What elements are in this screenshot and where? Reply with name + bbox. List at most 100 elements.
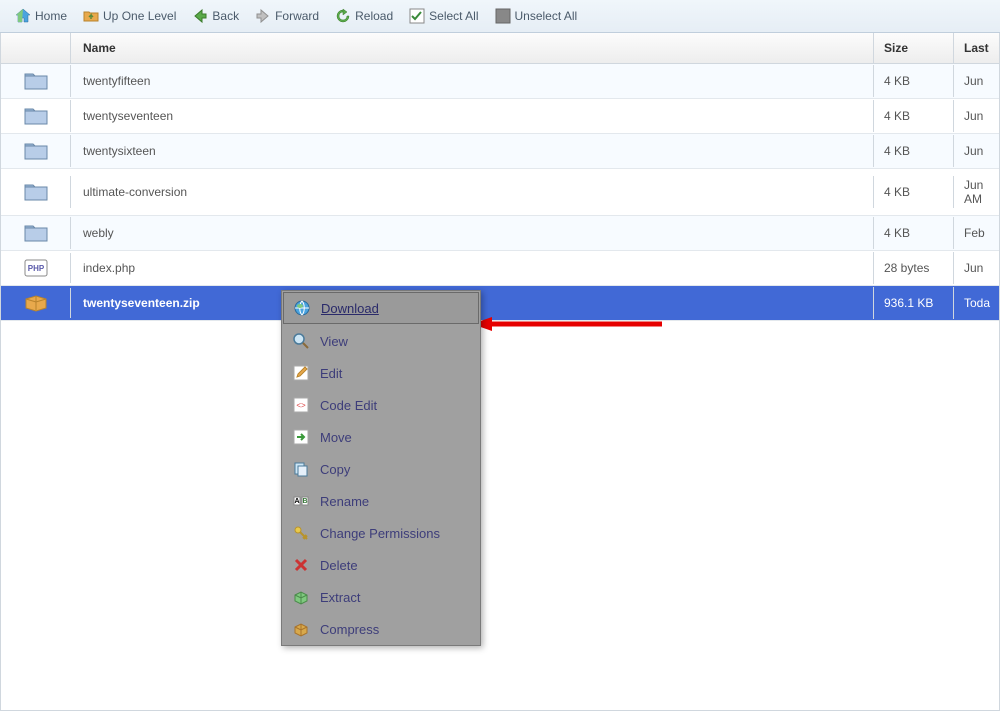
up-button[interactable]: Up One Level bbox=[76, 5, 183, 27]
menu-rename-label: Rename bbox=[320, 494, 369, 509]
svg-text:A: A bbox=[294, 498, 299, 505]
reload-label: Reload bbox=[355, 9, 393, 23]
file-date: Jun bbox=[954, 100, 999, 132]
menu-delete[interactable]: Delete bbox=[282, 549, 480, 581]
menu-extract[interactable]: Extract bbox=[282, 581, 480, 613]
checkbox-checked-icon bbox=[409, 8, 425, 24]
context-menu: Download View Edit <> Code Edit Move Cop… bbox=[281, 290, 481, 646]
magnifier-icon bbox=[292, 332, 310, 350]
table-row[interactable]: twentysixteen4 KBJun bbox=[1, 134, 999, 169]
file-size: 4 KB bbox=[874, 100, 954, 132]
file-date: Jun bbox=[954, 65, 999, 97]
menu-code-edit[interactable]: <> Code Edit bbox=[282, 389, 480, 421]
move-icon bbox=[292, 428, 310, 446]
file-size: 4 KB bbox=[874, 217, 954, 249]
menu-rename[interactable]: AB Rename bbox=[282, 485, 480, 517]
arrow-right-icon bbox=[255, 8, 271, 24]
folder-icon bbox=[1, 65, 71, 97]
zip-icon bbox=[1, 288, 71, 318]
table-row[interactable]: ultimate-conversion4 KBJun AM bbox=[1, 169, 999, 216]
menu-view-label: View bbox=[320, 334, 348, 349]
file-size: 4 KB bbox=[874, 65, 954, 97]
globe-icon bbox=[293, 299, 311, 317]
file-name: twentyfifteen bbox=[71, 65, 874, 97]
menu-view[interactable]: View bbox=[282, 325, 480, 357]
annotation-arrow-icon bbox=[472, 316, 662, 332]
menu-copy-label: Copy bbox=[320, 462, 350, 477]
table-row[interactable]: twentyseventeen4 KBJun bbox=[1, 99, 999, 134]
table-row[interactable]: webly4 KBFeb bbox=[1, 216, 999, 251]
menu-copy[interactable]: Copy bbox=[282, 453, 480, 485]
forward-button[interactable]: Forward bbox=[248, 5, 326, 27]
select-all-button[interactable]: Select All bbox=[402, 5, 485, 27]
select-all-label: Select All bbox=[429, 9, 478, 23]
home-label: Home bbox=[35, 9, 67, 23]
folder-icon bbox=[1, 135, 71, 167]
reload-button[interactable]: Reload bbox=[328, 5, 400, 27]
file-date: Jun bbox=[954, 135, 999, 167]
compress-icon bbox=[292, 620, 310, 638]
up-label: Up One Level bbox=[103, 9, 176, 23]
php-icon: PHP bbox=[1, 253, 71, 283]
folder-icon bbox=[1, 100, 71, 132]
toolbar: Home Up One Level Back Forward Reload Se… bbox=[0, 0, 1000, 33]
delete-icon bbox=[292, 556, 310, 574]
menu-permissions[interactable]: Change Permissions bbox=[282, 517, 480, 549]
folder-icon bbox=[1, 176, 71, 208]
folder-up-icon bbox=[83, 8, 99, 24]
menu-code-edit-label: Code Edit bbox=[320, 398, 377, 413]
key-icon bbox=[292, 524, 310, 542]
file-size: 4 KB bbox=[874, 176, 954, 208]
file-date: Jun AM bbox=[954, 169, 999, 215]
file-name: ultimate-conversion bbox=[71, 176, 874, 208]
rename-icon: AB bbox=[292, 492, 310, 510]
col-name-header[interactable]: Name bbox=[71, 33, 874, 63]
menu-permissions-label: Change Permissions bbox=[320, 526, 440, 541]
svg-text:PHP: PHP bbox=[27, 264, 44, 273]
file-date: Feb bbox=[954, 217, 999, 249]
menu-edit-label: Edit bbox=[320, 366, 342, 381]
col-icon-header[interactable] bbox=[1, 33, 71, 63]
table-row[interactable]: twentyfifteen4 KBJun bbox=[1, 64, 999, 99]
file-date: Jun bbox=[954, 252, 999, 284]
menu-delete-label: Delete bbox=[320, 558, 358, 573]
menu-extract-label: Extract bbox=[320, 590, 360, 605]
menu-download-label: Download bbox=[321, 301, 379, 316]
unselect-all-label: Unselect All bbox=[515, 9, 578, 23]
home-button[interactable]: Home bbox=[8, 5, 74, 27]
copy-icon bbox=[292, 460, 310, 478]
col-size-header[interactable]: Size bbox=[874, 33, 954, 63]
menu-move[interactable]: Move bbox=[282, 421, 480, 453]
extract-icon bbox=[292, 588, 310, 606]
file-size: 936.1 KB bbox=[874, 287, 954, 319]
checkbox-empty-icon bbox=[495, 8, 511, 24]
file-date: Toda bbox=[954, 287, 999, 319]
folder-icon bbox=[1, 217, 71, 249]
file-size: 28 bytes bbox=[874, 252, 954, 284]
menu-move-label: Move bbox=[320, 430, 352, 445]
forward-label: Forward bbox=[275, 9, 319, 23]
back-label: Back bbox=[212, 9, 239, 23]
home-icon bbox=[15, 8, 31, 24]
table-header: Name Size Last bbox=[1, 33, 999, 64]
code-icon: <> bbox=[292, 396, 310, 414]
col-date-header[interactable]: Last bbox=[954, 33, 999, 63]
file-name: webly bbox=[71, 217, 874, 249]
menu-edit[interactable]: Edit bbox=[282, 357, 480, 389]
arrow-left-icon bbox=[192, 8, 208, 24]
menu-download[interactable]: Download bbox=[283, 292, 479, 324]
file-listing: Name Size Last twentyfifteen4 KBJuntwent… bbox=[0, 33, 1000, 711]
menu-compress[interactable]: Compress bbox=[282, 613, 480, 645]
svg-text:<>: <> bbox=[296, 401, 306, 410]
file-size: 4 KB bbox=[874, 135, 954, 167]
menu-compress-label: Compress bbox=[320, 622, 379, 637]
file-name: twentysixteen bbox=[71, 135, 874, 167]
unselect-all-button[interactable]: Unselect All bbox=[488, 5, 585, 27]
back-button[interactable]: Back bbox=[185, 5, 246, 27]
svg-text:B: B bbox=[302, 498, 307, 505]
pencil-icon bbox=[292, 364, 310, 382]
table-row[interactable]: PHP index.php28 bytesJun bbox=[1, 251, 999, 286]
file-name: index.php bbox=[71, 252, 874, 284]
reload-icon bbox=[335, 8, 351, 24]
file-name: twentyseventeen bbox=[71, 100, 874, 132]
